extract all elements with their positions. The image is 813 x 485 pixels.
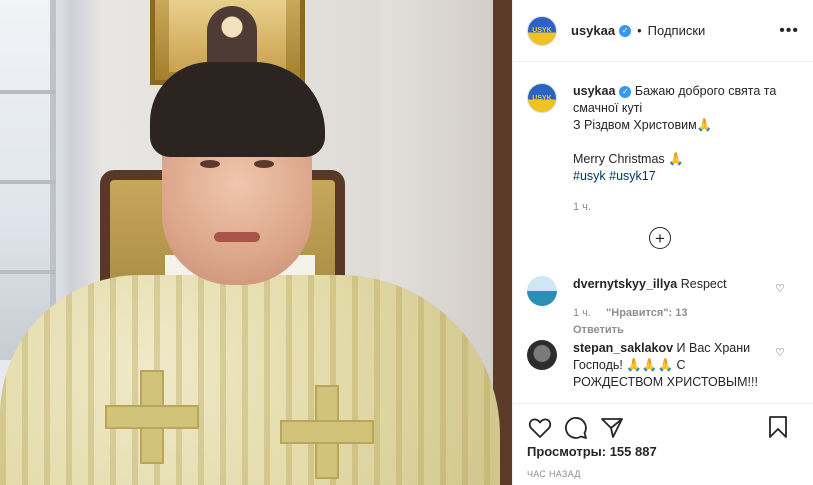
verified-icon: ✓ [619, 85, 632, 98]
comment-time[interactable]: 1 ч. [573, 307, 591, 319]
share-icon[interactable] [599, 415, 625, 441]
commenter-username[interactable]: dvernytskyy_illya [573, 277, 677, 291]
author-username[interactable]: usykaa [571, 23, 615, 38]
heart-icon[interactable]: ♡ [775, 282, 785, 295]
post-video[interactable] [0, 0, 512, 485]
hashtag-link[interactable]: #usyk [573, 169, 606, 183]
post-actions: Просмотры: 155 887 ЧАС НАЗАД [513, 403, 813, 485]
caption-username[interactable]: usykaa [573, 84, 615, 98]
commenter-avatar[interactable] [527, 276, 557, 306]
hashtag-link[interactable]: #usyk17 [609, 169, 656, 183]
comment-icon[interactable] [563, 415, 589, 441]
reply-button[interactable]: Ответить [573, 324, 624, 336]
heart-icon[interactable]: ♡ [775, 346, 785, 359]
comments-area[interactable]: USYK usykaa ✓ Бажаю доброго свята та смач… [513, 63, 813, 403]
comment-item: stepan_saklakov И Вас Храни Господь! 🙏🙏🙏… [527, 340, 799, 391]
load-more-comments-button[interactable]: + [649, 227, 671, 249]
person-robe [0, 275, 500, 485]
caption-line-3: Merry Christmas 🙏 [573, 152, 684, 166]
comment-text: Respect [680, 277, 727, 291]
background-window [0, 0, 56, 360]
views-count[interactable]: Просмотры: 155 887 [513, 444, 813, 459]
more-icon[interactable]: ••• [779, 22, 799, 40]
comment-likes[interactable]: "Нравится": 13 [606, 307, 687, 319]
verified-icon: ✓ [619, 24, 632, 37]
commenter-avatar[interactable] [527, 340, 557, 370]
avatar-text: USYK [532, 27, 552, 34]
caption-avatar[interactable]: USYK [527, 83, 557, 113]
commenter-username[interactable]: stepan_saklakov [573, 341, 673, 355]
post-timestamp[interactable]: ЧАС НАЗАД [513, 469, 813, 479]
caption-time[interactable]: 1 ч. [573, 199, 783, 216]
bookmark-icon[interactable] [765, 414, 791, 440]
avatar-text: USYK [532, 94, 552, 102]
following-button[interactable]: Подписки [648, 23, 706, 38]
post-header: USYK usykaa ✓ • Подписки ••• [513, 0, 813, 62]
comment-item: dvernytskyy_illya Respect 1 ч. "Нравится… [527, 276, 799, 339]
heart-icon[interactable] [527, 415, 553, 441]
post-sidebar: USYK usykaa ✓ • Подписки ••• USYK usykaa… [512, 0, 813, 485]
post-caption: USYK usykaa ✓ Бажаю доброго свята та смач… [513, 63, 813, 216]
author-avatar[interactable]: USYK [527, 15, 557, 46]
header-separator: • [637, 23, 642, 38]
caption-line-2: З Різдвом Христовим🙏 [573, 118, 713, 132]
